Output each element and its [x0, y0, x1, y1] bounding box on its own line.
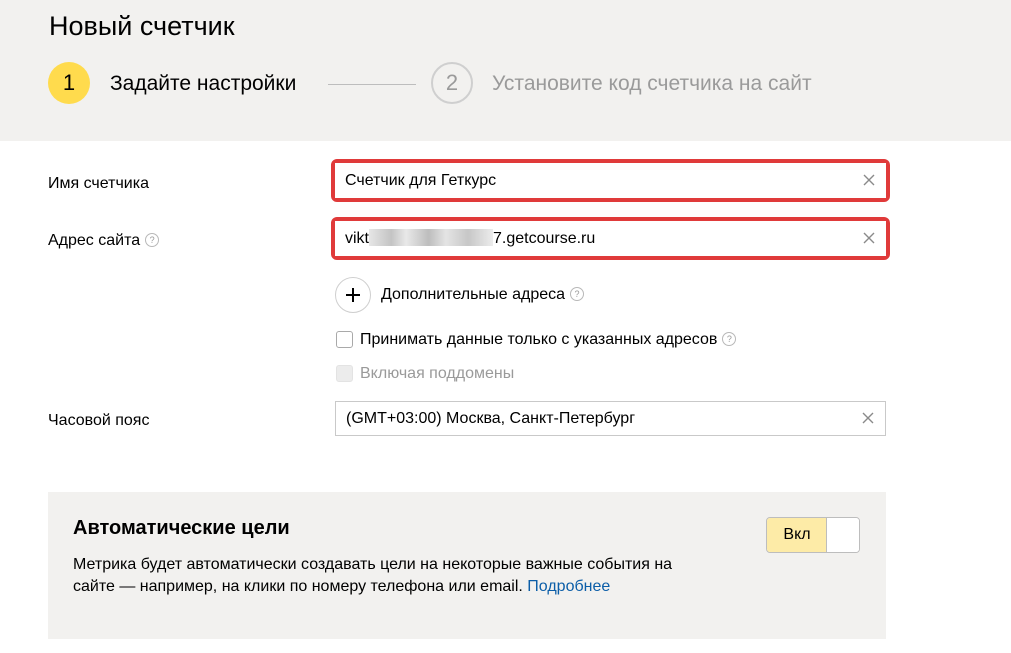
- accept-only-specified-checkbox[interactable]: [336, 331, 353, 348]
- accept-only-specified-text: Принимать данные только с указанных адре…: [360, 331, 718, 348]
- auto-goals-more-link[interactable]: Подробнее: [527, 578, 610, 595]
- additional-addresses-label[interactable]: Дополнительные адреса?: [381, 285, 585, 305]
- timezone-label: Часовой пояс: [48, 412, 150, 429]
- counter-name-value: Счетчик для Геткурс: [345, 172, 497, 189]
- auto-goals-toggle-knob: [826, 518, 859, 552]
- step-2-label: Установите код счетчика на сайт: [492, 72, 812, 95]
- auto-goals-description: Метрика будет автоматически создавать це…: [73, 554, 713, 598]
- step-1-label: Задайте настройки: [110, 72, 297, 95]
- site-address-value: vikt 7.getcourse.ru: [345, 229, 595, 249]
- auto-goals-toggle-label: Вкл: [767, 518, 827, 552]
- timezone-select[interactable]: (GMT+03:00) Москва, Санкт-Петербург: [335, 401, 886, 436]
- additional-addresses-text: Дополнительные адреса: [381, 286, 566, 303]
- site-address-value-suffix: 7.getcourse.ru: [493, 230, 596, 247]
- timezone-clear-icon[interactable]: [860, 410, 876, 426]
- site-address-help-icon[interactable]: ?: [145, 232, 160, 247]
- accept-only-specified-label: Принимать данные только с указанных адре…: [360, 330, 737, 350]
- page-title: Новый счетчик: [49, 11, 235, 41]
- site-address-clear-icon[interactable]: [861, 230, 877, 246]
- add-address-button[interactable]: [335, 277, 371, 313]
- site-address-label-text: Адрес сайта: [48, 232, 141, 249]
- site-address-label: Адрес сайта?: [48, 231, 160, 251]
- auto-goals-panel: Автоматические цели Метрика будет автома…: [48, 492, 886, 639]
- auto-goals-toggle[interactable]: Вкл: [766, 517, 860, 553]
- accept-only-specified-help-icon[interactable]: ?: [722, 331, 737, 346]
- step-1-indicator: 1: [48, 62, 90, 104]
- timezone-value: (GMT+03:00) Москва, Санкт-Петербург: [346, 410, 636, 427]
- site-address-input[interactable]: vikt 7.getcourse.ru: [335, 221, 886, 256]
- site-address-value-prefix: vikt: [345, 230, 369, 247]
- step-2-indicator: 2: [431, 62, 473, 104]
- plus-icon: [346, 288, 360, 302]
- counter-name-input[interactable]: Счетчик для Геткурс: [335, 163, 886, 198]
- include-subdomains-checkbox: [336, 365, 353, 382]
- auto-goals-title: Автоматические цели: [73, 517, 290, 539]
- step-connector: [328, 84, 416, 85]
- counter-name-clear-icon[interactable]: [861, 172, 877, 188]
- counter-name-label: Имя счетчика: [48, 175, 149, 192]
- page-header: Новый счетчик 1 Задайте настройки 2 Уста…: [0, 0, 1011, 141]
- redacted-blur: [369, 229, 493, 246]
- include-subdomains-label: Включая поддомены: [360, 365, 515, 382]
- additional-addresses-help-icon[interactable]: ?: [570, 286, 585, 301]
